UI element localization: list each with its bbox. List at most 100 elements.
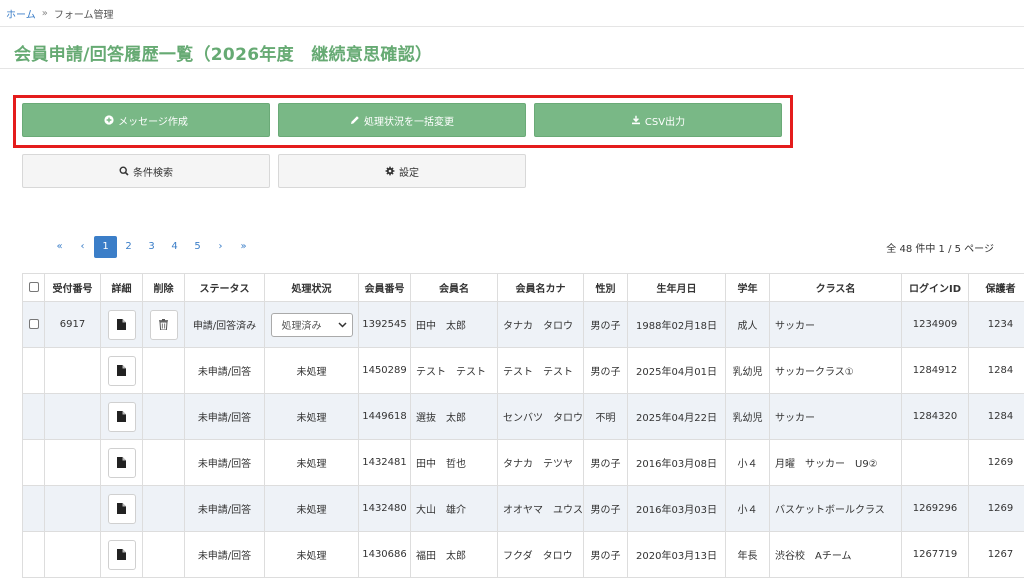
status-cell: 未申請/回答 — [184, 347, 265, 394]
prev-page-link[interactable]: ‹ — [71, 236, 94, 258]
status-cell: 申請/回答済み — [184, 301, 265, 348]
gender-cell: 男の子 — [583, 347, 628, 394]
pencil-icon — [350, 115, 360, 125]
create-message-label: メッセージ作成 — [118, 116, 188, 128]
birthdate-cell: 1988年02月18日 — [627, 301, 726, 348]
member-kana-cell: オオヤマ ユウスケ — [497, 485, 584, 532]
breadcrumb-home-link[interactable]: ホーム — [6, 6, 36, 21]
member-kana-cell: タナカ テツヤ — [497, 439, 584, 486]
row-select-cell — [22, 347, 45, 394]
delete-cell — [142, 485, 185, 532]
detail-button[interactable] — [107, 309, 136, 340]
column-header[interactable]: ステータス — [184, 273, 265, 302]
column-header[interactable]: 処理状況 — [264, 273, 359, 302]
processing-cell: 未処理 — [264, 347, 359, 394]
table-row: 6917 申請/回答済み 処理済み 1392545 田中 太郎 タナカ タロウ … — [22, 301, 1024, 348]
last-page-link[interactable]: » — [232, 236, 255, 258]
birthdate-cell: 2025年04月22日 — [627, 393, 726, 440]
page-link-1[interactable]: 1 — [94, 236, 117, 258]
guardian-cell: 1284 — [968, 347, 1024, 394]
column-header[interactable]: 保護者 — [968, 273, 1024, 302]
column-header[interactable]: 会員番号 — [358, 273, 411, 302]
download-icon — [631, 115, 641, 125]
status-cell: 未申請/回答 — [184, 439, 265, 486]
table-row: 未申請/回答 未処理 1432481 田中 哲也 タナカ テツヤ 男の子 201… — [22, 439, 1024, 486]
birthdate-cell: 2016年03月03日 — [627, 485, 726, 532]
row-select-cell — [22, 439, 45, 486]
grade-cell: 小４ — [725, 485, 770, 532]
condition-search-label: 条件検索 — [133, 167, 173, 179]
table-row: 未申請/回答 未処理 1449618 選抜 太郎 センバツ タロウ 不明 202… — [22, 393, 1024, 440]
delete-cell — [142, 301, 185, 348]
login-id-cell: 1234909 — [901, 301, 969, 348]
detail-button[interactable] — [107, 447, 136, 478]
member-name-cell: 田中 哲也 — [410, 439, 498, 486]
detail-button[interactable] — [107, 493, 136, 524]
breadcrumb: ホーム » フォーム管理 — [6, 6, 114, 21]
login-id-cell: 1284912 — [901, 347, 969, 394]
detail-cell — [100, 531, 143, 578]
detail-cell — [100, 393, 143, 440]
row-select-cell — [22, 485, 45, 532]
column-header[interactable]: 学年 — [725, 273, 770, 302]
member-name-cell: テスト テスト — [410, 347, 498, 394]
grade-cell: 成人 — [725, 301, 770, 348]
login-id-cell: 1269296 — [901, 485, 969, 532]
column-header[interactable]: 受付番号 — [44, 273, 101, 302]
column-header[interactable]: 会員名 — [410, 273, 498, 302]
row-checkbox[interactable] — [28, 319, 39, 329]
page-link-3[interactable]: 3 — [140, 236, 163, 258]
condition-search-button[interactable]: 条件検索 — [22, 154, 270, 188]
birthdate-cell: 2020年03月13日 — [627, 531, 726, 578]
status-cell: 未申請/回答 — [184, 485, 265, 532]
grade-cell: 小４ — [725, 439, 770, 486]
document-icon — [117, 411, 126, 422]
search-icon — [119, 166, 129, 176]
delete-button[interactable] — [149, 309, 178, 340]
select-all-cell — [22, 273, 45, 302]
row-select-cell — [22, 301, 45, 348]
row-select-cell — [22, 393, 45, 440]
application-table: 受付番号 詳細 削除 ステータス 処理状況 会員番号 会員名 会員名カナ 性別 … — [22, 273, 1024, 578]
detail-cell — [100, 301, 143, 348]
select-all-checkbox[interactable] — [28, 282, 39, 292]
detail-button[interactable] — [107, 539, 136, 570]
column-header[interactable]: クラス名 — [769, 273, 902, 302]
member-number-cell: 1450289 — [358, 347, 411, 394]
first-page-link[interactable]: « — [48, 236, 71, 258]
create-message-button[interactable]: メッセージ作成 — [22, 103, 270, 137]
pagination: « ‹ 1 2 3 4 5 › » — [48, 236, 255, 258]
table-row: 未申請/回答 未処理 1450289 テスト テスト テスト テスト 男の子 2… — [22, 347, 1024, 394]
breadcrumb-current: フォーム管理 — [53, 10, 114, 21]
birthdate-cell: 2016年03月08日 — [627, 439, 726, 486]
page-link-5[interactable]: 5 — [186, 236, 209, 258]
detail-button[interactable] — [107, 401, 136, 432]
divider — [0, 68, 1024, 69]
page-link-4[interactable]: 4 — [163, 236, 186, 258]
page-link-2[interactable]: 2 — [117, 236, 140, 258]
member-name-cell: 大山 雄介 — [410, 485, 498, 532]
detail-button[interactable] — [107, 355, 136, 386]
next-page-link[interactable]: › — [209, 236, 232, 258]
column-header[interactable]: 会員名カナ — [497, 273, 584, 302]
settings-button[interactable]: 設定 — [278, 154, 526, 188]
column-header[interactable]: 生年月日 — [627, 273, 726, 302]
table-header-row: 受付番号 詳細 削除 ステータス 処理状況 会員番号 会員名 会員名カナ 性別 … — [22, 273, 1024, 302]
gender-cell: 男の子 — [583, 531, 628, 578]
member-number-cell: 1432480 — [358, 485, 411, 532]
member-number-cell: 1432481 — [358, 439, 411, 486]
member-kana-cell: テスト テスト — [497, 347, 584, 394]
column-header[interactable]: 性別 — [583, 273, 628, 302]
guardian-cell: 1269 — [968, 485, 1024, 532]
chevron-down-icon — [337, 321, 347, 328]
class-name-cell: サッカー — [769, 301, 902, 348]
class-name-cell: 渋谷校 Aチーム — [769, 531, 902, 578]
login-id-cell — [901, 439, 969, 486]
column-header[interactable]: ログインID — [901, 273, 969, 302]
bulk-change-status-button[interactable]: 処理状況を一括変更 — [278, 103, 526, 137]
csv-export-button[interactable]: CSV出力 — [534, 103, 782, 137]
member-number-cell: 1430686 — [358, 531, 411, 578]
detail-cell — [100, 485, 143, 532]
processing-status-select[interactable]: 処理済み — [270, 312, 353, 337]
processing-cell: 未処理 — [264, 531, 359, 578]
